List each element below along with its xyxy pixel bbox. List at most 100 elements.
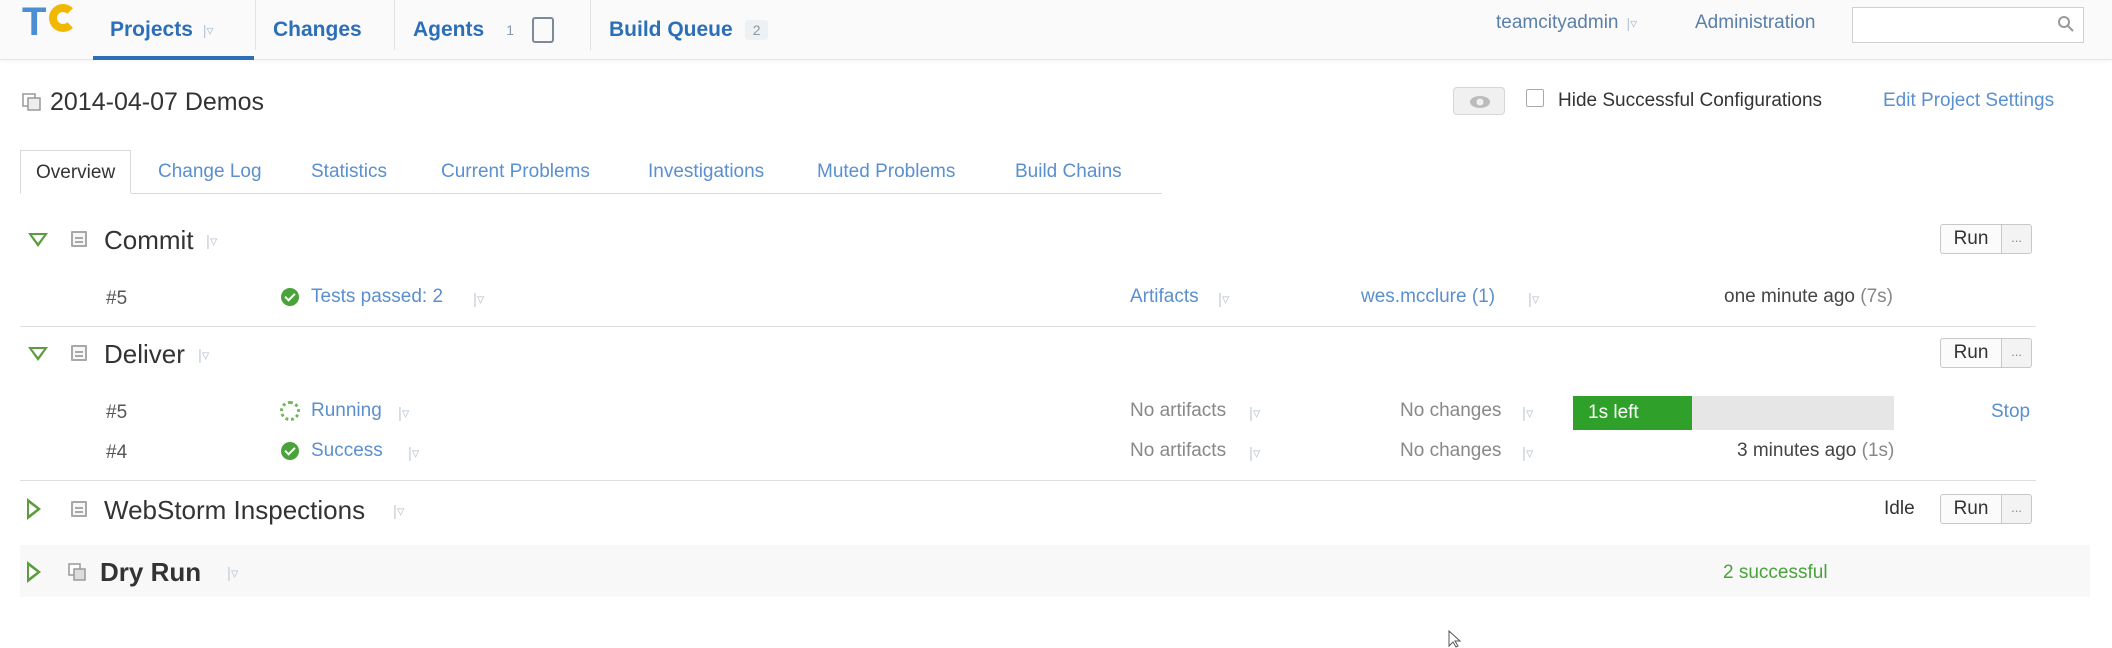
run-options-button[interactable]: ... [2002, 494, 2032, 524]
no-artifacts-label: No artifacts [1130, 400, 1227, 421]
page-title: 2014-04-07 Demos [50, 88, 265, 116]
nav-build-queue-label: Build Queue [609, 18, 733, 41]
no-changes-label: No changes [1400, 400, 1502, 421]
build-time: one minute ago (7s) [1724, 286, 1893, 308]
chevron-down-icon[interactable]: |▿ [1528, 290, 1539, 308]
build-time-text: 3 minutes ago [1737, 440, 1857, 461]
user-name: teamcityadmin [1496, 12, 1619, 33]
build-config-icon [71, 501, 87, 517]
run-button[interactable]: Run [1940, 494, 2002, 524]
build-status-link[interactable]: Running [311, 400, 382, 422]
no-artifacts-label: No artifacts [1130, 440, 1227, 461]
search-icon[interactable] [2057, 15, 2075, 33]
mouse-cursor-icon [1448, 630, 1462, 648]
run-button[interactable]: Run [1940, 338, 2002, 368]
success-icon [281, 288, 299, 306]
run-options-button[interactable]: ... [2002, 224, 2032, 254]
nav-agents[interactable]: Agents 1 [413, 0, 554, 60]
nav-active-indicator [93, 56, 254, 60]
nav-projects-label: Projects [110, 18, 193, 41]
subproject-summary[interactable]: 2 successful [1723, 562, 1828, 584]
stop-link[interactable]: Stop [1991, 401, 2030, 423]
administration-label: Administration [1695, 12, 1816, 33]
nav-changes[interactable]: Changes [273, 0, 362, 60]
chevron-down-icon[interactable]: |▿ [1249, 444, 1260, 462]
build-number[interactable]: #4 [106, 442, 127, 464]
teamcity-logo[interactable]: T [18, 0, 78, 44]
running-icon [280, 401, 300, 421]
tab-build-chains[interactable]: Build Chains [1015, 150, 1122, 194]
build-config-icon [71, 345, 87, 361]
chevron-down-icon: |▿ [1626, 14, 1638, 31]
tab-muted-problems[interactable]: Muted Problems [817, 150, 955, 194]
hide-successful-checkbox[interactable] [1526, 89, 1544, 107]
chevron-down-icon[interactable]: |▿ [203, 22, 214, 39]
collapse-triangle-icon[interactable] [28, 233, 48, 247]
success-icon [281, 442, 299, 460]
chevron-down-icon[interactable]: |▿ [198, 346, 209, 364]
config-name-webstorm-inspections[interactable]: WebStorm Inspections [104, 495, 365, 526]
tab-investigations[interactable]: Investigations [648, 150, 764, 194]
chevron-down-icon[interactable]: |▿ [473, 290, 484, 308]
hide-successful-label: Hide Successful Configurations [1558, 90, 1823, 111]
project-icon [22, 93, 41, 111]
build-queue-count-badge: 2 [744, 20, 769, 40]
eye-icon [1470, 96, 1490, 108]
project-icon [68, 563, 86, 581]
nav-changes-label: Changes [273, 18, 362, 41]
edit-project-settings-link[interactable]: Edit Project Settings [1883, 90, 2054, 112]
chevron-down-icon[interactable]: |▿ [398, 404, 409, 422]
nav-projects[interactable]: Projects |▿ [110, 0, 214, 60]
idle-status: Idle [1884, 498, 1915, 519]
build-time: 3 minutes ago (1s) [1737, 440, 1894, 462]
agent-icon [531, 17, 554, 43]
chevron-down-icon[interactable]: |▿ [408, 444, 419, 462]
watch-button[interactable] [1453, 87, 1505, 115]
chevron-down-icon[interactable]: |▿ [206, 232, 217, 250]
nav-divider [394, 0, 395, 50]
build-duration: (1s) [1861, 440, 1895, 461]
top-header: T Projects |▿ Changes Agents 1 Build Que… [0, 0, 2112, 60]
expand-triangle-icon[interactable] [27, 498, 41, 520]
nav-agents-label: Agents [413, 18, 485, 41]
administration-link[interactable]: Administration [1695, 0, 1815, 46]
tab-overview[interactable]: Overview [20, 150, 132, 194]
user-menu[interactable]: teamcityadmin |▿ [1496, 0, 1637, 46]
chevron-down-icon[interactable]: |▿ [393, 502, 404, 520]
config-name-deliver[interactable]: Deliver [104, 339, 185, 370]
expand-triangle-icon[interactable] [27, 561, 41, 583]
chevron-down-icon[interactable]: |▿ [1522, 404, 1533, 422]
section-divider [20, 326, 2036, 327]
run-button[interactable]: Run [1940, 224, 2002, 254]
chevron-down-icon[interactable]: |▿ [1218, 290, 1229, 308]
section-divider [20, 480, 2036, 481]
chevron-down-icon[interactable]: |▿ [227, 564, 238, 582]
build-status-link[interactable]: Tests passed: 2 [311, 286, 443, 308]
subproject-name-dry-run[interactable]: Dry Run [100, 557, 201, 588]
build-time-text: one minute ago [1724, 286, 1855, 307]
nav-divider [590, 0, 591, 50]
nav-divider [255, 0, 256, 50]
chevron-down-icon[interactable]: |▿ [1522, 444, 1533, 462]
agents-count-badge: 1 [506, 22, 514, 38]
config-name-commit[interactable]: Commit [104, 225, 194, 256]
build-number[interactable]: #5 [106, 402, 127, 424]
build-status-link[interactable]: Success [311, 440, 383, 462]
logo-letter-t: T [22, 0, 47, 44]
logo-letter-c [49, 4, 77, 32]
artifacts-link[interactable]: Artifacts [1130, 286, 1199, 308]
nav-build-queue[interactable]: Build Queue 2 [609, 0, 769, 60]
collapse-triangle-icon[interactable] [28, 347, 48, 361]
build-number[interactable]: #5 [106, 288, 127, 310]
chevron-down-icon[interactable]: |▿ [1249, 404, 1260, 422]
run-options-button[interactable]: ... [2002, 338, 2032, 368]
progress-text: 1s left [1588, 402, 1639, 423]
build-config-icon [71, 231, 87, 247]
search-input[interactable] [1852, 7, 2084, 43]
tab-statistics[interactable]: Statistics [311, 150, 387, 194]
tab-current-problems[interactable]: Current Problems [441, 150, 590, 194]
no-changes-label: No changes [1400, 440, 1502, 461]
changes-link[interactable]: wes.mcclure (1) [1361, 286, 1495, 308]
build-progress-bar[interactable]: 1s left [1573, 396, 1894, 430]
tab-change-log[interactable]: Change Log [158, 150, 262, 194]
